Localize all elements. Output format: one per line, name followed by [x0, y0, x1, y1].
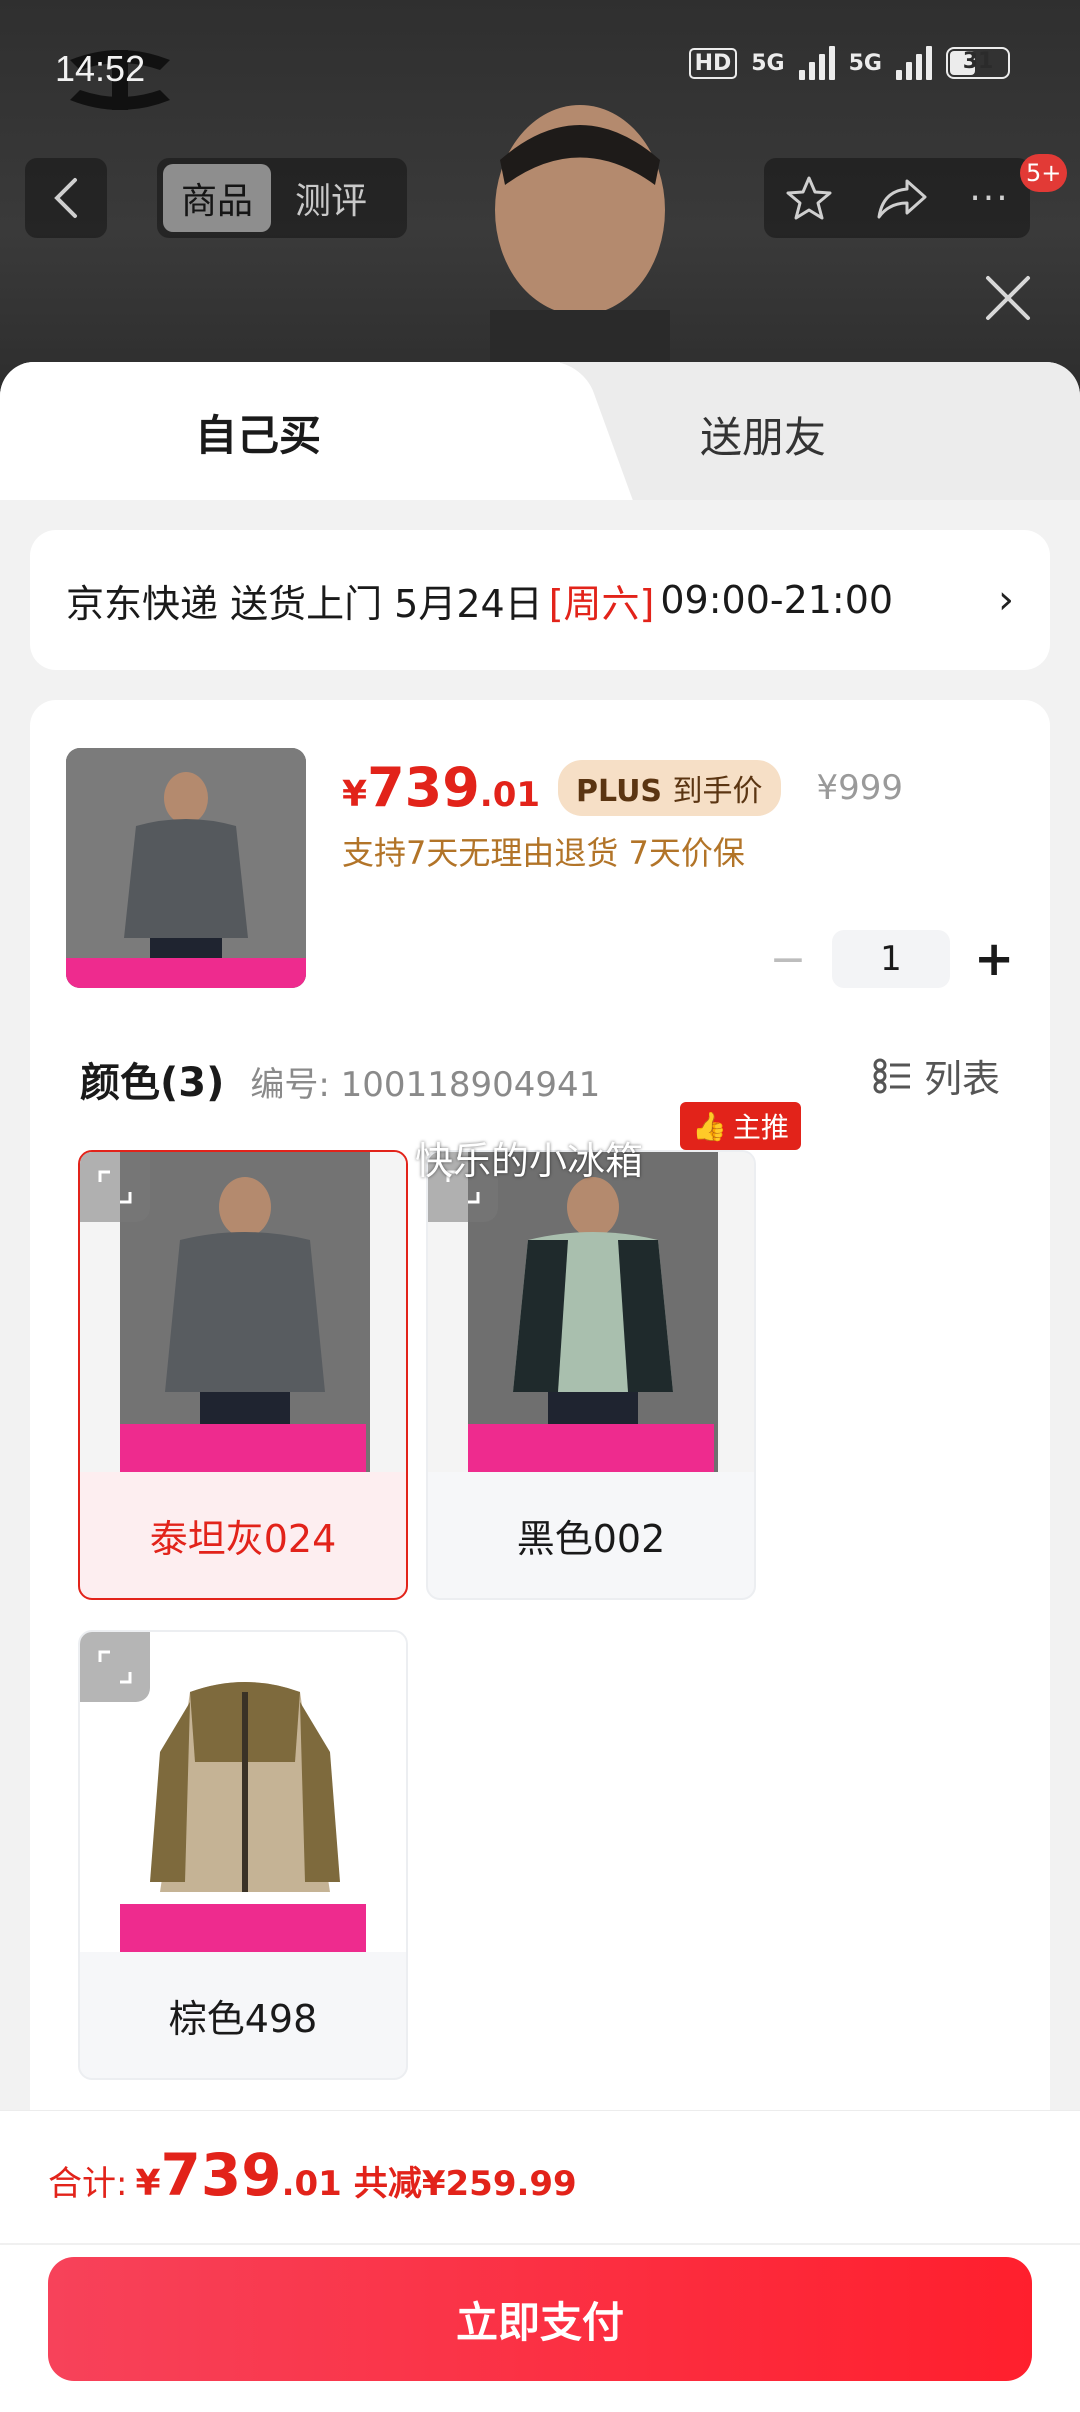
- color-option-image: [80, 1152, 406, 1472]
- price-row: ¥ 739 .01 PLUS 到手价 ¥999: [342, 756, 903, 819]
- color-option-label: 棕色498: [168, 1996, 318, 2041]
- network-type-2: 5G: [848, 50, 882, 76]
- list-icon: [873, 1058, 910, 1093]
- star-icon[interactable]: [784, 173, 834, 223]
- signal-icon: [798, 46, 835, 80]
- purchase-sheet: 自己买 送朋友 京东快递 送货上门 5月24日 [周六] 09:00-21:00…: [0, 362, 1080, 2412]
- battery-icon: 31: [946, 47, 1010, 79]
- delivery-info: 京东快递 送货上门 5月24日: [66, 581, 543, 626]
- product-code: 编号: 100118904941: [250, 1064, 601, 1105]
- chevron-right-icon: ›: [998, 577, 1014, 623]
- close-icon[interactable]: [980, 270, 1036, 326]
- original-price: ¥999: [816, 767, 904, 808]
- checkout-footer: 合计: ¥ 739 .01 共减¥259.99 立即支付: [0, 2110, 1080, 2412]
- thumbs-up-icon: 👍: [692, 1109, 727, 1143]
- color-title: 颜色(3): [80, 1059, 225, 1106]
- recommended-tag-label: 主推: [732, 1111, 789, 1144]
- plus-tag-suffix: 到手价: [672, 773, 763, 809]
- expand-icon[interactable]: [80, 1632, 150, 1702]
- recommended-tag: 👍 主推: [680, 1102, 801, 1150]
- product-thumbnail[interactable]: [66, 748, 306, 988]
- battery-level: 31: [962, 49, 994, 74]
- watermark-text: 快乐的小冰箱: [415, 1139, 644, 1183]
- signal-icon-2: [896, 46, 932, 80]
- tab-buy-for-self[interactable]: 自己买: [0, 362, 560, 502]
- total-label: 合计:: [48, 2164, 128, 2204]
- chevron-left-icon: [54, 178, 77, 218]
- list-view-toggle[interactable]: 列表: [872, 1048, 1000, 1103]
- promo-banner: [120, 1904, 366, 1952]
- more-icon[interactable]: ···: [969, 178, 1009, 219]
- status-icons: HD 5G 5G 31: [688, 46, 1010, 80]
- tab-review[interactable]: 测评: [277, 164, 385, 232]
- plus-price-tag: PLUS 到手价: [558, 759, 781, 816]
- purchase-tabs: 自己买 送朋友: [0, 362, 1080, 502]
- quantity-increase-button[interactable]: +: [974, 931, 1014, 987]
- expand-icon[interactable]: [80, 1152, 150, 1222]
- product-card: ¥ 739 .01 PLUS 到手价 ¥999 支持7天无理由退货 7天价保 −…: [30, 700, 1050, 2140]
- status-time: 14:52: [55, 48, 146, 89]
- promo-banner: [468, 1424, 714, 1472]
- total-row: 合计: ¥ 739 .01 共减¥259.99: [48, 2141, 577, 2209]
- list-view-label: 列表: [923, 1057, 1000, 1101]
- delivery-time-window: 09:00-21:00: [660, 578, 894, 622]
- total-decimal: .01: [281, 2164, 342, 2204]
- plus-tag-label: PLUS: [576, 773, 663, 809]
- color-header: 颜色(3) 编号: 100118904941 列表: [80, 1048, 1000, 1108]
- quantity-stepper: − 1 +: [768, 930, 1014, 988]
- back-button[interactable]: [25, 158, 107, 238]
- promo-banner: [120, 1424, 366, 1472]
- quantity-decrease-button[interactable]: −: [768, 934, 808, 985]
- color-option-brown[interactable]: 棕色498: [78, 1630, 408, 2080]
- service-guarantee: 支持7天无理由退货 7天价保: [342, 834, 745, 872]
- total-symbol: ¥: [135, 2163, 161, 2204]
- delivery-weekday: [周六]: [548, 581, 655, 626]
- top-tabs: 商品 测评: [157, 158, 407, 238]
- color-option-black[interactable]: 黑色002: [426, 1150, 756, 1600]
- pay-now-button[interactable]: 立即支付: [48, 2257, 1032, 2381]
- share-icon[interactable]: [875, 175, 929, 221]
- color-option-label: 黑色002: [516, 1516, 666, 1561]
- hd-indicator: HD: [688, 47, 738, 79]
- network-type-1: 5G: [751, 50, 785, 76]
- price-integer: 739: [367, 756, 480, 819]
- delivery-option[interactable]: 京东快递 送货上门 5月24日 [周六] 09:00-21:00 ›: [30, 530, 1050, 670]
- color-option-gray[interactable]: 泰坦灰024: [78, 1150, 408, 1600]
- quantity-input[interactable]: 1: [832, 930, 950, 988]
- tab-product[interactable]: 商品: [163, 164, 272, 232]
- tab-gift-friend[interactable]: 送朋友: [700, 404, 826, 465]
- footer-divider: [0, 2243, 1080, 2245]
- total-discount: 共减¥259.99: [353, 2164, 577, 2204]
- color-option-image: [428, 1152, 754, 1472]
- price-symbol: ¥: [342, 774, 368, 815]
- color-option-label: 泰坦灰024: [149, 1516, 337, 1561]
- top-actions: ···: [764, 158, 1030, 238]
- price-decimal: .01: [479, 775, 541, 815]
- color-option-image: [80, 1632, 406, 1952]
- notification-badge: 5+: [1020, 154, 1068, 192]
- tab-buy-for-self-label: 自己买: [195, 410, 322, 460]
- total-integer: 739: [160, 2141, 282, 2209]
